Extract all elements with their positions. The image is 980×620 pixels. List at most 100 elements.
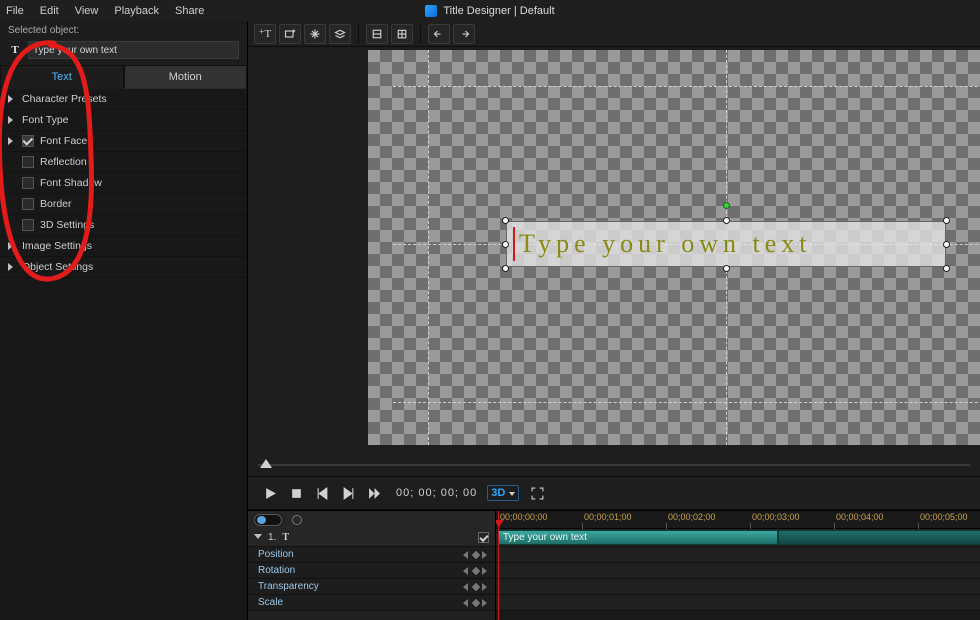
- prop-font-shadow[interactable]: Font Shadow: [0, 173, 247, 194]
- zoom-knob[interactable]: [260, 459, 272, 468]
- checkbox-font-face[interactable]: [22, 135, 34, 147]
- keyframe-next-icon[interactable]: [482, 551, 489, 558]
- tool-insert-particle[interactable]: [304, 24, 326, 44]
- ruler-label: 00;00;03;00: [752, 512, 800, 522]
- resize-handle[interactable]: [943, 241, 950, 248]
- keyframe-add-icon[interactable]: [472, 582, 480, 590]
- track-header-title[interactable]: 1. T: [248, 529, 495, 547]
- timeline-controls-row: [248, 511, 495, 529]
- resize-handle[interactable]: [502, 217, 509, 224]
- resize-handle[interactable]: [723, 217, 730, 224]
- track-lane[interactable]: [496, 595, 980, 611]
- prop-3d-settings[interactable]: 3D Settings: [0, 215, 247, 236]
- resize-handle[interactable]: [502, 265, 509, 272]
- keyframe-next-icon[interactable]: [482, 567, 489, 574]
- 3d-mode-toggle[interactable]: 3D: [487, 485, 519, 501]
- prop-font-face[interactable]: Font Face: [0, 131, 247, 152]
- resize-handle[interactable]: [943, 265, 950, 272]
- tool-insert-image[interactable]: [279, 24, 301, 44]
- keyframe-prev-icon[interactable]: [463, 551, 470, 558]
- tab-text[interactable]: Text: [0, 65, 124, 89]
- fast-forward-icon: [368, 487, 381, 500]
- timeline-toggle[interactable]: [254, 514, 282, 526]
- tool-insert-text[interactable]: ⁺T: [254, 24, 276, 44]
- prop-character-presets[interactable]: Character Presets: [0, 89, 247, 110]
- keyframe-next-icon[interactable]: [482, 599, 489, 606]
- resize-handle[interactable]: [502, 241, 509, 248]
- prop-label: Character Presets: [22, 93, 107, 105]
- snap-toggle-icon[interactable]: [292, 515, 302, 525]
- prev-frame-button[interactable]: [314, 485, 330, 501]
- menu-file[interactable]: File: [6, 5, 24, 17]
- resize-handle[interactable]: [723, 265, 730, 272]
- track-lane[interactable]: [496, 547, 980, 563]
- track-lane[interactable]: [496, 579, 980, 595]
- collapse-icon: [254, 534, 262, 542]
- zoom-track[interactable]: [258, 464, 970, 466]
- checkbox-3d[interactable]: [22, 219, 34, 231]
- menu-bar: File Edit View Playback Share: [0, 0, 980, 21]
- prop-image-settings[interactable]: Image Settings: [0, 236, 247, 257]
- play-icon: [264, 487, 277, 500]
- stop-button[interactable]: [288, 485, 304, 501]
- tool-redo[interactable]: [453, 24, 475, 44]
- tool-grid[interactable]: [391, 24, 413, 44]
- playhead[interactable]: [498, 511, 499, 620]
- selected-object-field[interactable]: [28, 41, 239, 59]
- title-text-object[interactable]: Type your own text: [506, 221, 946, 267]
- prop-object-settings[interactable]: Object Settings: [0, 257, 247, 278]
- prev-frame-icon: [316, 487, 329, 500]
- text-track-icon: T: [282, 532, 289, 543]
- timeline-ruler[interactable]: 00;00;00;00 00;00;01;00 00;00;02;00 00;0…: [496, 511, 980, 529]
- tab-motion[interactable]: Motion: [124, 65, 248, 89]
- checkbox-reflection[interactable]: [22, 156, 34, 168]
- keyframe-prev-icon[interactable]: [463, 583, 470, 590]
- ruler-label: 00;00;02;00: [668, 512, 716, 522]
- ruler-label: 00;00;05;00: [920, 512, 968, 522]
- checkbox-font-shadow[interactable]: [22, 177, 34, 189]
- expand-icon: [8, 116, 16, 124]
- keyframe-add-icon[interactable]: [472, 566, 480, 574]
- menu-view[interactable]: View: [75, 5, 99, 17]
- track-visible-checkbox[interactable]: [478, 532, 489, 543]
- track-lane[interactable]: [496, 563, 980, 579]
- checkbox-border[interactable]: [22, 198, 34, 210]
- tool-align[interactable]: [366, 24, 388, 44]
- track-rotation[interactable]: Rotation: [248, 563, 495, 579]
- resize-handle[interactable]: [943, 217, 950, 224]
- ruler-label: 00;00;00;00: [500, 512, 548, 522]
- keyframe-prev-icon[interactable]: [463, 599, 470, 606]
- prop-label: Image Settings: [22, 240, 92, 252]
- rotation-handle[interactable]: [723, 202, 730, 209]
- fullscreen-button[interactable]: [529, 485, 545, 501]
- tool-undo[interactable]: [428, 24, 450, 44]
- ruler-label: 00;00;01;00: [584, 512, 632, 522]
- keyframe-add-icon[interactable]: [472, 598, 480, 606]
- prop-border[interactable]: Border: [0, 194, 247, 215]
- prop-font-type[interactable]: Font Type: [0, 110, 247, 131]
- track-label: Scale: [258, 597, 283, 608]
- title-clip-tail[interactable]: [778, 530, 980, 545]
- title-clip[interactable]: Type your own text: [498, 530, 778, 545]
- keyframe-next-icon[interactable]: [482, 583, 489, 590]
- canvas-toolbar: ⁺T: [248, 21, 980, 47]
- timeline-tracks-area[interactable]: 00;00;00;00 00;00;01;00 00;00;02;00 00;0…: [496, 511, 980, 620]
- track-scale[interactable]: Scale: [248, 595, 495, 611]
- keyframe-add-icon[interactable]: [472, 550, 480, 558]
- track-position[interactable]: Position: [248, 547, 495, 563]
- fast-forward-button[interactable]: [366, 485, 382, 501]
- grid-icon: [396, 28, 408, 40]
- track-transparency[interactable]: Transparency: [248, 579, 495, 595]
- play-button[interactable]: [262, 485, 278, 501]
- canvas-area[interactable]: Type your own text: [248, 47, 980, 454]
- keyframe-prev-icon[interactable]: [463, 567, 470, 574]
- menu-edit[interactable]: Edit: [40, 5, 59, 17]
- menu-share[interactable]: Share: [175, 5, 204, 17]
- text-cursor: [513, 227, 515, 261]
- prop-reflection[interactable]: Reflection: [0, 152, 247, 173]
- menu-playback[interactable]: Playback: [114, 5, 159, 17]
- clip-row[interactable]: Type your own text: [496, 529, 980, 547]
- expand-icon: [8, 95, 16, 103]
- next-frame-button[interactable]: [340, 485, 356, 501]
- tool-insert-background[interactable]: [329, 24, 351, 44]
